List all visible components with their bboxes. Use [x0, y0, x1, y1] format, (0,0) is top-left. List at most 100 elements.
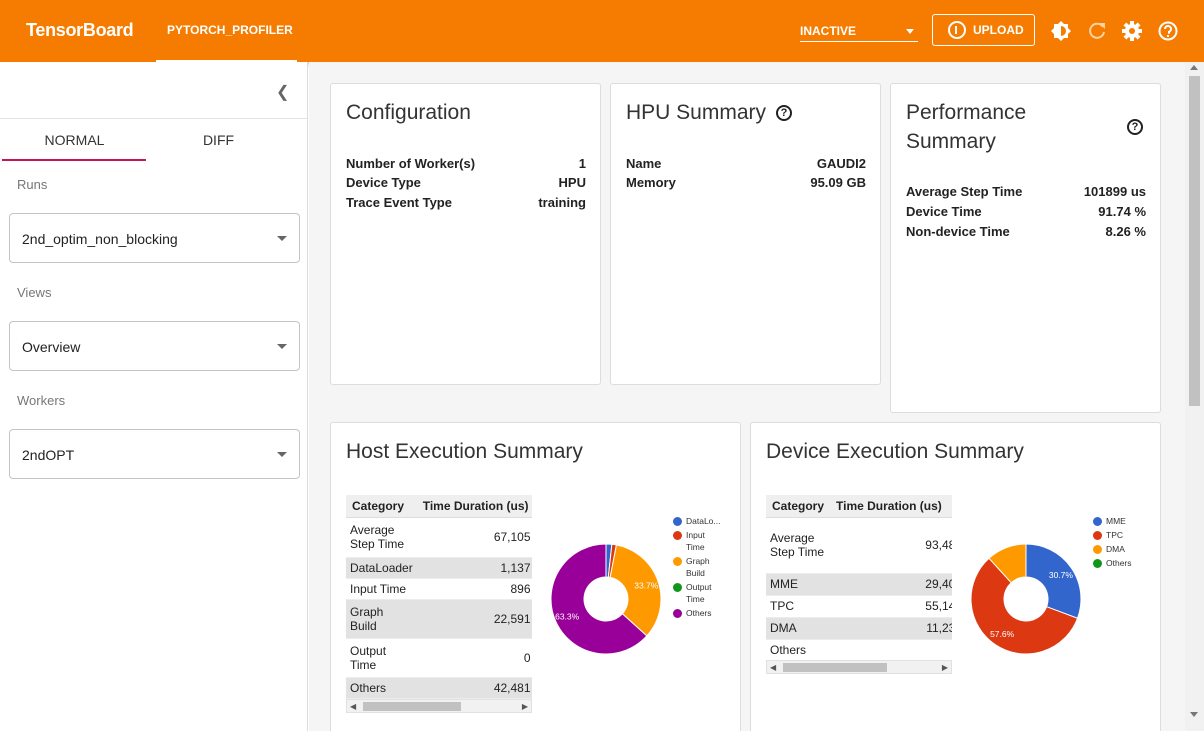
scrollbar-thumb[interactable] [1189, 76, 1200, 406]
cell-duration: 0 [830, 639, 952, 662]
help-icon[interactable] [1157, 20, 1179, 42]
legend-swatch [673, 517, 682, 526]
help-icon[interactable]: ? [776, 105, 792, 121]
reload-status-value: INACTIVE [800, 24, 857, 38]
hpu-value: 95.09 GB [810, 175, 866, 190]
perf-row: Non-device Time 8.26 % [906, 224, 1146, 244]
legend-swatch [673, 557, 682, 566]
help-icon[interactable]: ? [1127, 119, 1143, 135]
legend-label: Output Time [686, 582, 712, 604]
table-row: Others 42,481 [346, 677, 532, 699]
info-icon [948, 21, 966, 39]
cell-category: DataLoader [346, 557, 417, 579]
hpu-key: Memory [626, 175, 676, 190]
column-header[interactable]: Time Duration (us) [830, 495, 952, 518]
upload-label: UPLOAD [973, 23, 1024, 37]
hpu-row: Name GAUDI2 [626, 156, 866, 176]
chevron-down-icon [277, 452, 287, 457]
scroll-right-icon[interactable]: ▶ [522, 702, 528, 711]
scroll-left-icon[interactable]: ◀ [770, 663, 776, 672]
perf-value: 91.74 % [1098, 204, 1146, 219]
tab-normal[interactable]: NORMAL [2, 132, 147, 148]
legend-label: TPC [1106, 530, 1123, 540]
runs-select[interactable]: 2nd_optim_non_blocking [9, 213, 300, 263]
performance-summary-card: Performance Summary ? Average Step Time … [890, 83, 1161, 413]
scroll-down-icon[interactable] [1190, 712, 1198, 717]
brightness-icon[interactable] [1050, 20, 1072, 42]
legend-label: Others [686, 608, 712, 618]
reload-status-select[interactable]: INACTIVE [800, 22, 918, 42]
config-value: HPU [558, 175, 586, 190]
cell-category: Others [766, 639, 831, 662]
host-execution-card: Host Execution Summary Category Time Dur… [330, 422, 741, 731]
legend-swatch [1093, 559, 1102, 568]
config-key: Trace Event Type [346, 195, 452, 210]
workers-value: 2ndOPT [22, 447, 75, 463]
chevron-down-icon [277, 344, 287, 349]
config-value: 1 [578, 156, 586, 171]
scroll-up-icon[interactable] [1190, 65, 1198, 70]
scroll-left-icon[interactable]: ◀ [350, 702, 356, 711]
column-header[interactable]: Category [766, 495, 831, 518]
scroll-right-icon[interactable]: ▶ [942, 663, 948, 672]
cell-duration: 93,481 [830, 517, 952, 574]
legend-label: DataLo... [686, 516, 721, 526]
column-header[interactable]: Category [346, 495, 417, 518]
collapse-sidebar-icon[interactable]: ❮ [276, 82, 289, 102]
cell-category: Average Step Time [766, 517, 831, 574]
legend-label: Others [1106, 558, 1132, 568]
legend-label: Graph Build [686, 556, 710, 578]
cell-duration: 22,591 [416, 599, 532, 639]
config-key: Number of Worker(s) [346, 156, 476, 171]
main-content: Configuration Number of Worker(s) 1 Devi… [309, 62, 1185, 731]
views-select[interactable]: Overview [9, 321, 300, 371]
cell-category: Graph Build [346, 599, 417, 639]
divider [0, 118, 307, 119]
refresh-icon[interactable] [1086, 20, 1108, 42]
table-row: TPC 55,146 [766, 595, 952, 618]
tab-pytorch-profiler[interactable]: PYTORCH_PROFILER [156, 0, 297, 62]
card-title-line1: Performance [906, 101, 1027, 124]
config-row: Number of Worker(s) 1 [346, 156, 586, 176]
horizontal-scrollbar[interactable]: ◀ ▶ [766, 660, 952, 674]
perf-key: Average Step Time [906, 184, 1023, 199]
host-table: Category Time Duration (us) Average Step… [346, 495, 532, 705]
perf-key: Non-device Time [906, 224, 1010, 239]
horizontal-scrollbar[interactable]: ◀ ▶ [346, 699, 532, 713]
tab-diff[interactable]: DIFF [146, 132, 291, 148]
configuration-card: Configuration Number of Worker(s) 1 Devi… [330, 83, 601, 385]
perf-row: Device Time 91.74 % [906, 204, 1146, 224]
legend-swatch [1093, 545, 1102, 554]
cell-duration: 1,137 [416, 557, 532, 579]
table-row: Average Step Time 67,105 [346, 517, 532, 558]
slice-percent-label: 63.3% [555, 611, 580, 621]
slice-percent-label: 30.7% [1049, 570, 1074, 580]
cell-duration: 11,236 [830, 617, 952, 640]
sidebar: ❮ NORMAL DIFF Runs 2nd_optim_non_blockin… [0, 62, 308, 731]
scrollbar-thumb[interactable] [363, 702, 461, 711]
table-row: Average Step Time 93,481 [766, 517, 952, 574]
active-tab-indicator [2, 159, 146, 161]
runs-label: Runs [17, 177, 48, 192]
scrollbar-thumb[interactable] [783, 663, 887, 672]
cell-duration: 42,481 [416, 677, 532, 699]
column-header[interactable]: Time Duration (us) [416, 495, 532, 518]
table-row: Others 0 [766, 639, 952, 662]
workers-select[interactable]: 2ndOPT [9, 429, 300, 479]
config-key: Device Type [346, 175, 421, 190]
config-row: Device Type HPU [346, 175, 586, 195]
vertical-scrollbar[interactable] [1185, 62, 1204, 731]
cell-duration: 67,105 [416, 517, 532, 558]
hpu-key: Name [626, 156, 662, 171]
slice-percent-label: 57.6% [990, 629, 1015, 639]
card-title: HPU Summary [626, 101, 767, 124]
device-donut-chart: 30.7% 57.6% [970, 543, 1082, 655]
cell-duration: 29,406 [830, 573, 952, 596]
perf-row: Average Step Time 101899 us [906, 184, 1146, 204]
upload-button[interactable]: UPLOAD [932, 14, 1035, 46]
pie-slice-mme[interactable] [1025, 543, 1082, 619]
brand-title: TensorBoard [26, 20, 134, 40]
settings-icon[interactable] [1121, 20, 1143, 42]
hpu-value: GAUDI2 [816, 156, 866, 171]
table-row: Graph Build 22,591 [346, 599, 532, 639]
